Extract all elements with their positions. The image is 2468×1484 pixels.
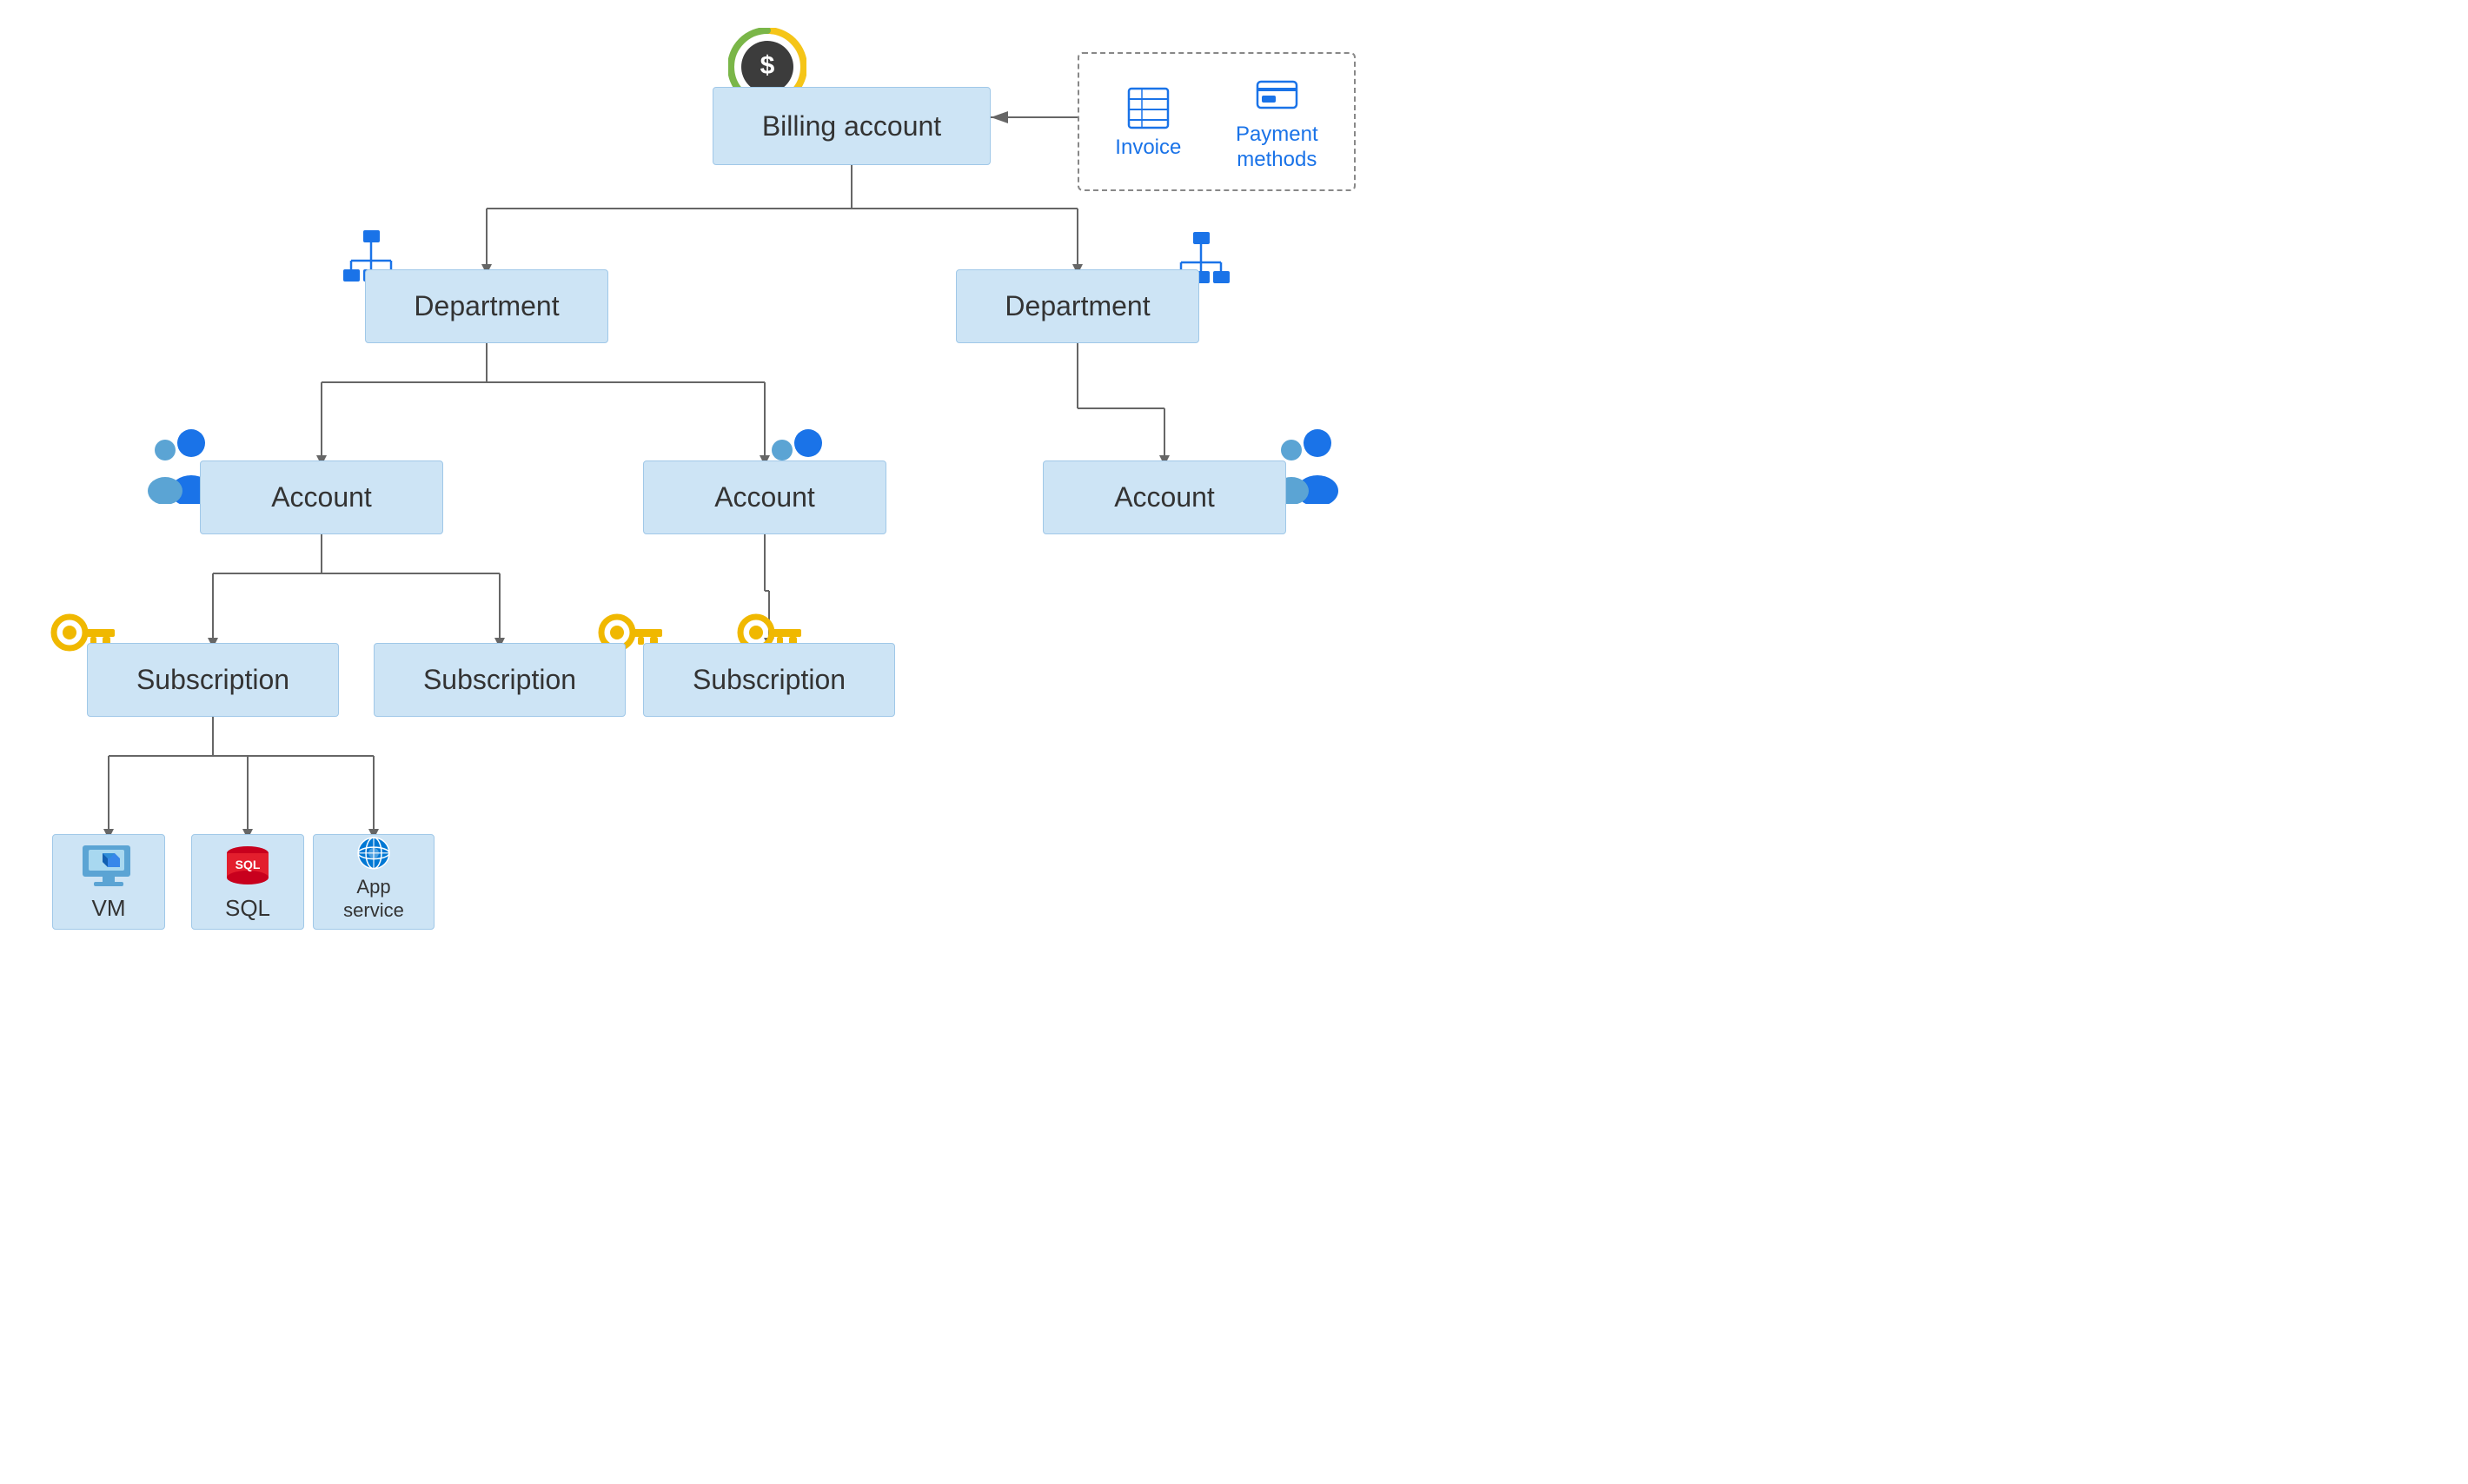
appservice-icon — [343, 835, 404, 872]
sub3-label: Subscription — [693, 664, 846, 696]
payment-methods-item: Paymentmethods — [1236, 71, 1318, 173]
svg-text:$: $ — [760, 51, 775, 80]
account3-label: Account — [1114, 481, 1215, 513]
vm-label: VM — [92, 895, 126, 922]
dept1-label: Department — [414, 290, 559, 322]
diagram-container: $ Billing account Invoice Paymentme — [0, 0, 2468, 1484]
invoice-item: Invoice — [1115, 84, 1181, 160]
account3-box: Account — [1043, 460, 1286, 534]
sql-icon: SQL — [217, 841, 278, 891]
invoice-payment-box: Invoice Paymentmethods — [1078, 52, 1356, 191]
billing-account-label: Billing account — [762, 110, 941, 142]
vm-icon — [78, 841, 139, 891]
subscription3-box: Subscription — [643, 643, 895, 717]
sql-box: SQL SQL — [191, 834, 304, 930]
department1-box: Department — [365, 269, 608, 343]
payment-label: Paymentmethods — [1236, 123, 1318, 173]
payment-icon — [1253, 71, 1301, 119]
account2-label: Account — [714, 481, 815, 513]
appservice-label: Appservice — [343, 876, 404, 922]
subscription1-box: Subscription — [87, 643, 339, 717]
account1-label: Account — [271, 481, 372, 513]
invoice-icon — [1125, 84, 1172, 132]
account1-box: Account — [200, 460, 443, 534]
sql-label: SQL — [225, 895, 270, 922]
billing-account-box: Billing account — [713, 87, 991, 165]
department2-box: Department — [956, 269, 1199, 343]
connector-lines — [0, 0, 2468, 1484]
appservice-box: Appservice — [313, 834, 435, 930]
vm-box: VM — [52, 834, 165, 930]
dept2-label: Department — [1005, 290, 1150, 322]
invoice-label: Invoice — [1115, 136, 1181, 160]
subscription2-box: Subscription — [374, 643, 626, 717]
svg-text:SQL: SQL — [236, 858, 261, 871]
sub2-label: Subscription — [423, 664, 576, 696]
account2-box: Account — [643, 460, 886, 534]
sub1-label: Subscription — [136, 664, 289, 696]
